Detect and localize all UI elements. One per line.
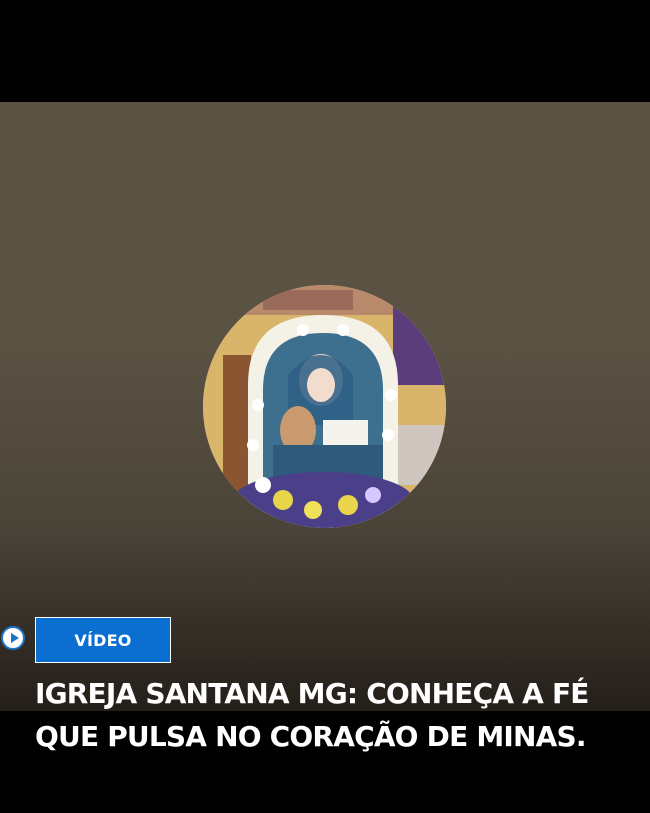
video-card[interactable]: VÍDEO IGREJA SANTANA MG: CONHEÇA A FÉ QU… (0, 0, 650, 813)
article-headline[interactable]: IGREJA SANTANA MG: CONHEÇA A FÉ QUE PULS… (35, 672, 635, 758)
thumbnail-image[interactable] (203, 285, 446, 528)
statue-illustration (203, 285, 446, 528)
video-badge[interactable]: VÍDEO (35, 617, 171, 663)
play-circle-icon[interactable] (1, 626, 25, 650)
